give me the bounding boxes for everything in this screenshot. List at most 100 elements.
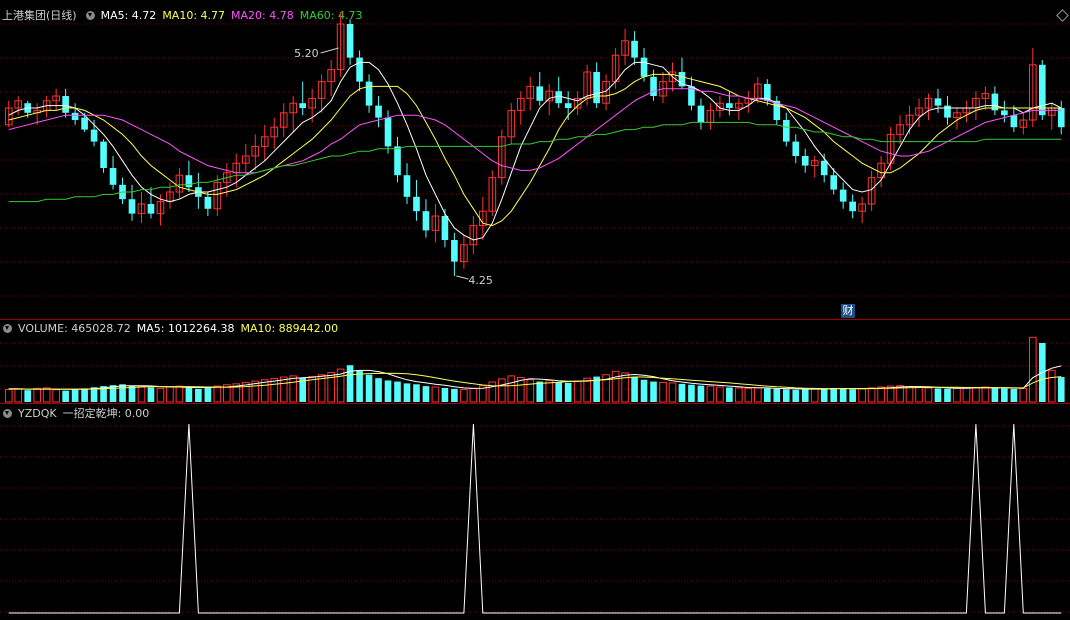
candle-body-down <box>830 175 838 190</box>
volume-bar-up <box>915 386 923 403</box>
volume-bar-down <box>830 387 838 402</box>
ma5-line <box>8 61 1062 241</box>
volume-bar-up <box>972 386 980 403</box>
volume-bar-down <box>384 380 392 402</box>
volume-bar-down <box>394 381 401 402</box>
candle-body-down <box>441 216 449 240</box>
volume-bar-up <box>156 387 165 403</box>
volume-bar-down <box>650 381 657 402</box>
volume-bar-down <box>1001 388 1008 402</box>
candle-body-down <box>593 72 600 104</box>
volume-bar-down <box>991 387 999 402</box>
volume-bar-down <box>1010 388 1018 402</box>
volume-bar-down <box>631 377 638 402</box>
volume-bar-down <box>413 384 420 402</box>
volume-bar-up <box>14 388 23 403</box>
candle-body-down <box>365 81 373 106</box>
candle-body-down <box>451 240 458 262</box>
candle-body-down <box>849 201 856 212</box>
candle-body-down <box>422 211 430 231</box>
volume-bar-up <box>754 387 762 403</box>
candle-body-down <box>109 168 117 185</box>
candle-body-down <box>185 175 193 188</box>
volume-bar-up <box>526 379 535 403</box>
volume-bar-up <box>166 386 174 403</box>
candle-body-down <box>934 98 942 106</box>
candle-body-down <box>1001 110 1008 116</box>
volume-bar-up <box>1019 387 1028 403</box>
candle-body-down <box>801 156 809 166</box>
candle-body-down <box>204 196 212 209</box>
candle-body-down <box>299 103 307 108</box>
volume-bar-down <box>820 388 828 402</box>
volume-bar-up <box>545 379 554 403</box>
volume-bar-down <box>195 388 202 402</box>
candle-body-down <box>81 117 88 130</box>
volume-bar-up <box>953 387 961 403</box>
candle-body-down <box>128 199 136 214</box>
candle-body-down <box>384 117 392 147</box>
volume-bar-up <box>858 388 866 403</box>
volume-bar-up <box>460 389 468 403</box>
volume-bar-down <box>934 388 942 402</box>
low-price-label: 4.25 <box>468 274 493 287</box>
volume-bar-down <box>356 370 363 402</box>
candle-body-down <box>726 103 733 108</box>
volume-bar-down <box>678 383 686 402</box>
volume-bar-up <box>52 389 60 403</box>
candle-body-down <box>820 160 828 176</box>
volume-bar-down <box>564 382 572 402</box>
volume-bar-down <box>365 374 373 402</box>
volume-bar-down <box>24 390 32 402</box>
volume-bar-down <box>849 389 856 402</box>
volume-bar-up <box>33 387 42 403</box>
volume-bar-down <box>536 381 544 402</box>
volume-bar-down <box>697 385 705 402</box>
candle-body-down <box>413 196 420 212</box>
volume-bar-up <box>1028 336 1037 403</box>
volume-bar-up <box>706 385 715 403</box>
volume-bar-down <box>1057 377 1065 402</box>
volume-bar-down <box>403 383 411 402</box>
volume-bar-up <box>270 377 279 403</box>
high-marker-line <box>320 47 339 54</box>
candle-body-down <box>782 120 790 142</box>
volume-bar-down <box>119 384 126 402</box>
volume-bar-up <box>735 387 743 403</box>
volume-bar-up <box>744 387 753 403</box>
chart-canvas: 5.20 4.25 <box>0 12 1070 614</box>
candle-body-down <box>640 57 648 77</box>
volume-bar-up <box>42 387 51 403</box>
candle-body-down <box>90 129 98 142</box>
candle-body-down <box>555 91 563 104</box>
high-price-label: 5.20 <box>294 47 319 60</box>
volume-bar-up <box>867 387 876 403</box>
volume-bar-up <box>924 387 933 403</box>
candle-body-down <box>356 57 363 82</box>
candle-body-down <box>564 103 572 108</box>
volume-bar-up <box>611 370 620 403</box>
volume-bar-down <box>688 384 695 402</box>
volume-bar-up <box>469 387 478 403</box>
volume-bar-up <box>279 376 288 403</box>
volume-bar-down <box>185 387 193 402</box>
volume-bar-down <box>944 388 951 402</box>
volume-bar-up <box>583 377 591 403</box>
candle-body-down <box>839 189 847 202</box>
volume-bar-up <box>260 379 269 403</box>
volume-bar-down <box>555 382 563 402</box>
candle-body-down <box>394 146 401 176</box>
candle-body-down <box>631 40 638 58</box>
volume-bar-down <box>801 389 809 402</box>
volume-bar-up <box>213 385 222 403</box>
volume-bar-up <box>1047 369 1056 403</box>
volume-bar-up <box>175 385 184 403</box>
candle-body-down <box>147 204 155 214</box>
volume-bar-up <box>573 381 582 403</box>
candle-body-down <box>71 112 79 120</box>
volume-bar-down <box>782 389 790 402</box>
volume-bar-down <box>71 389 79 402</box>
ma10-line <box>8 73 1062 227</box>
volume-bar-down <box>773 388 781 402</box>
volume-bar-down <box>763 388 771 402</box>
